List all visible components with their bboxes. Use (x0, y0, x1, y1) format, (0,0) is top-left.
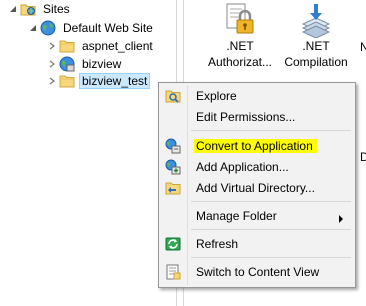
add-application-icon (165, 159, 181, 175)
tree-node-bizview[interactable]: bizview (47, 55, 124, 73)
compilation-icon (278, 0, 354, 38)
clipped-feature-label-fragment: N (360, 40, 366, 54)
menu-item-label: Switch to Content View (196, 265, 320, 279)
tree-node-aspnet-client[interactable]: aspnet_client (47, 37, 156, 55)
submenu-arrow-icon (338, 212, 344, 226)
feature-label: Authorizat... (207, 55, 273, 69)
menu-item-add-virtual-directory[interactable]: Add Virtual Directory... (162, 178, 352, 198)
feature-label: Compilation (284, 55, 348, 69)
menu-item-label: Add Virtual Directory... (196, 181, 315, 195)
menu-item-label: Edit Permissions... (196, 110, 296, 124)
menu-separator (191, 229, 351, 230)
feature-label: .NET (226, 39, 254, 53)
clipped-feature-label-fragment: D (360, 150, 366, 164)
tree-node-bizview-test[interactable]: bizview_test (47, 72, 151, 90)
context-menu: Explore Edit Permissions... Convert to A… (158, 82, 356, 288)
menu-item-label: Add Application... (196, 160, 289, 174)
globe-icon (40, 20, 56, 36)
expand-arrow-icon[interactable] (47, 76, 57, 86)
menu-item-switch-to-content-view[interactable]: Switch to Content View (162, 262, 352, 282)
folder-icon (59, 73, 75, 89)
tree-node-label: bizview_test (79, 73, 151, 89)
menu-item-explore[interactable]: Explore (162, 86, 352, 106)
connections-tree: Sites Default Web Site aspnet_client biz… (0, 0, 176, 306)
collapse-arrow-icon[interactable] (8, 4, 18, 14)
sites-folder-icon (20, 1, 36, 17)
menu-item-convert-to-application[interactable]: Convert to Application (162, 136, 352, 156)
menu-item-manage-folder[interactable]: Manage Folder (162, 206, 352, 226)
menu-separator (191, 257, 351, 258)
feature-net-authorization[interactable]: .NET Authorizat... (202, 0, 278, 70)
menu-separator (191, 201, 351, 202)
collapse-arrow-icon[interactable] (28, 23, 38, 33)
menu-item-label: Refresh (196, 237, 239, 251)
content-view-icon (165, 264, 181, 280)
web-application-icon (59, 56, 75, 72)
menu-item-label: Explore (196, 89, 237, 103)
tree-node-label: Default Web Site (63, 21, 153, 35)
lock-icon (202, 0, 278, 38)
menu-item-edit-permissions[interactable]: Edit Permissions... (162, 107, 352, 127)
explore-icon (165, 88, 181, 104)
menu-item-label: Convert to Application (194, 139, 317, 153)
refresh-icon (165, 236, 181, 252)
tree-node-label: bizview (82, 57, 122, 71)
expand-arrow-icon[interactable] (47, 59, 57, 69)
menu-item-refresh[interactable]: Refresh (162, 234, 352, 254)
convert-application-icon (165, 138, 181, 154)
menu-separator (191, 130, 351, 131)
expand-arrow-icon[interactable] (47, 41, 57, 51)
feature-net-compilation[interactable]: .NET Compilation (278, 0, 354, 70)
menu-item-add-application[interactable]: Add Application... (162, 157, 352, 177)
tree-node-sites[interactable]: Sites (8, 0, 73, 18)
folder-icon (59, 38, 75, 54)
tree-node-default-web-site[interactable]: Default Web Site (28, 19, 156, 37)
menu-item-label: Manage Folder (196, 209, 277, 223)
tree-node-label: Sites (43, 2, 70, 16)
virtual-directory-icon (165, 180, 181, 196)
feature-label: .NET (302, 39, 330, 53)
tree-node-label: aspnet_client (82, 39, 153, 53)
